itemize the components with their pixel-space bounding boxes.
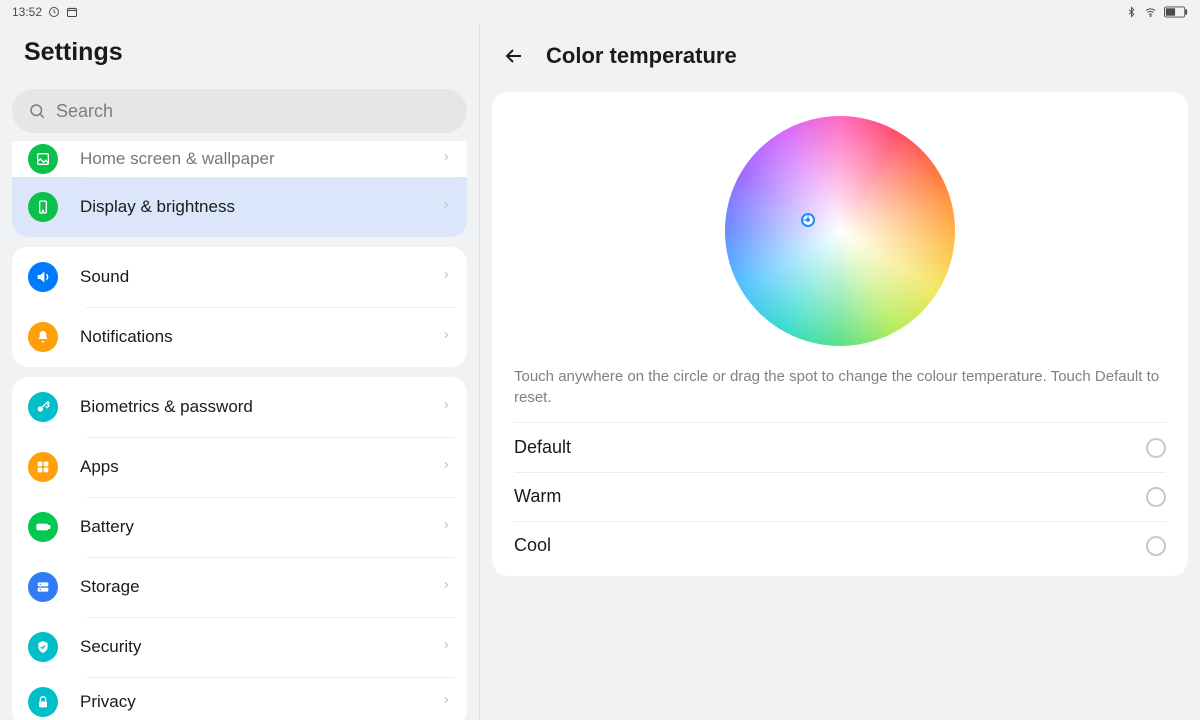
- status-calendar-icon: [66, 6, 78, 18]
- option-label: Default: [514, 437, 571, 458]
- status-alarm-icon: [48, 6, 60, 18]
- chevron-right-icon: [441, 518, 451, 537]
- sidebar-item-label: Privacy: [80, 692, 441, 712]
- sidebar-item-home-wallpaper[interactable]: Home screen & wallpaper: [12, 141, 467, 177]
- sidebar-group-2: Sound Notifications: [12, 247, 467, 367]
- bell-icon: [28, 322, 58, 352]
- sound-icon: [28, 262, 58, 292]
- sidebar-item-battery[interactable]: Battery: [12, 497, 467, 557]
- sidebar-item-label: Home screen & wallpaper: [80, 149, 441, 169]
- settings-sidebar: Settings Search Home screen & wallpaper …: [0, 24, 480, 720]
- sidebar-item-notifications[interactable]: Notifications: [12, 307, 467, 367]
- sidebar-group-3: Biometrics & password Apps Battery: [12, 377, 467, 720]
- sidebar-item-label: Battery: [80, 517, 441, 537]
- lock-icon: [28, 687, 58, 717]
- sidebar-item-display[interactable]: Display & brightness: [12, 177, 467, 237]
- page-title: Color temperature: [546, 43, 737, 69]
- chevron-right-icon: [441, 693, 451, 712]
- chevron-right-icon: [441, 578, 451, 597]
- content-pane: Color temperature Touch anywhere on the …: [480, 24, 1200, 720]
- chevron-right-icon: [441, 398, 451, 417]
- search-placeholder: Search: [56, 101, 113, 122]
- sidebar-item-security[interactable]: Security: [12, 617, 467, 677]
- battery-icon: [28, 512, 58, 542]
- sidebar-item-label: Notifications: [80, 327, 441, 347]
- display-icon: [28, 192, 58, 222]
- radio-icon: [1146, 536, 1166, 556]
- sidebar-item-label: Storage: [80, 577, 441, 597]
- sidebar-item-label: Display & brightness: [80, 197, 441, 217]
- color-wheel-hint: Touch anywhere on the circle or drag the…: [492, 366, 1188, 422]
- sidebar-item-label: Security: [80, 637, 441, 657]
- sidebar-item-label: Apps: [80, 457, 441, 477]
- option-warm[interactable]: Warm: [492, 472, 1188, 521]
- color-temperature-panel: Touch anywhere on the circle or drag the…: [492, 92, 1188, 576]
- storage-icon: [28, 572, 58, 602]
- sidebar-item-label: Biometrics & password: [80, 397, 441, 417]
- sidebar-item-biometrics[interactable]: Biometrics & password: [12, 377, 467, 437]
- chevron-right-icon: [441, 268, 451, 287]
- apps-icon: [28, 452, 58, 482]
- chevron-right-icon: [441, 198, 451, 217]
- chevron-right-icon: [441, 638, 451, 657]
- status-time: 13:52: [12, 5, 42, 19]
- sidebar-group-1: Home screen & wallpaper Display & bright…: [12, 141, 467, 237]
- battery-icon-status: [1164, 6, 1188, 18]
- chevron-right-icon: [441, 150, 451, 169]
- sidebar-item-privacy[interactable]: Privacy: [12, 677, 467, 720]
- shield-icon: [28, 632, 58, 662]
- wifi-icon: [1143, 6, 1158, 18]
- home-wallpaper-icon: [28, 144, 58, 174]
- radio-icon: [1146, 438, 1166, 458]
- chevron-right-icon: [441, 328, 451, 347]
- bluetooth-icon: [1126, 5, 1137, 19]
- radio-icon: [1146, 487, 1166, 507]
- settings-title: Settings: [0, 24, 479, 89]
- sidebar-item-apps[interactable]: Apps: [12, 437, 467, 497]
- sidebar-item-storage[interactable]: Storage: [12, 557, 467, 617]
- option-cool[interactable]: Cool: [492, 521, 1188, 576]
- arrow-left-icon: [502, 44, 526, 68]
- option-label: Warm: [514, 486, 561, 507]
- chevron-right-icon: [441, 458, 451, 477]
- sidebar-item-label: Sound: [80, 267, 441, 287]
- search-icon: [28, 102, 46, 120]
- color-wheel[interactable]: [725, 116, 955, 346]
- option-default[interactable]: Default: [492, 423, 1188, 472]
- content-header: Color temperature: [492, 24, 1188, 92]
- back-button[interactable]: [500, 42, 528, 70]
- search-input[interactable]: Search: [12, 89, 467, 133]
- key-icon: [28, 392, 58, 422]
- option-label: Cool: [514, 535, 551, 556]
- sidebar-item-sound[interactable]: Sound: [12, 247, 467, 307]
- status-bar: 13:52: [0, 0, 1200, 24]
- color-wheel-spot[interactable]: [801, 213, 815, 227]
